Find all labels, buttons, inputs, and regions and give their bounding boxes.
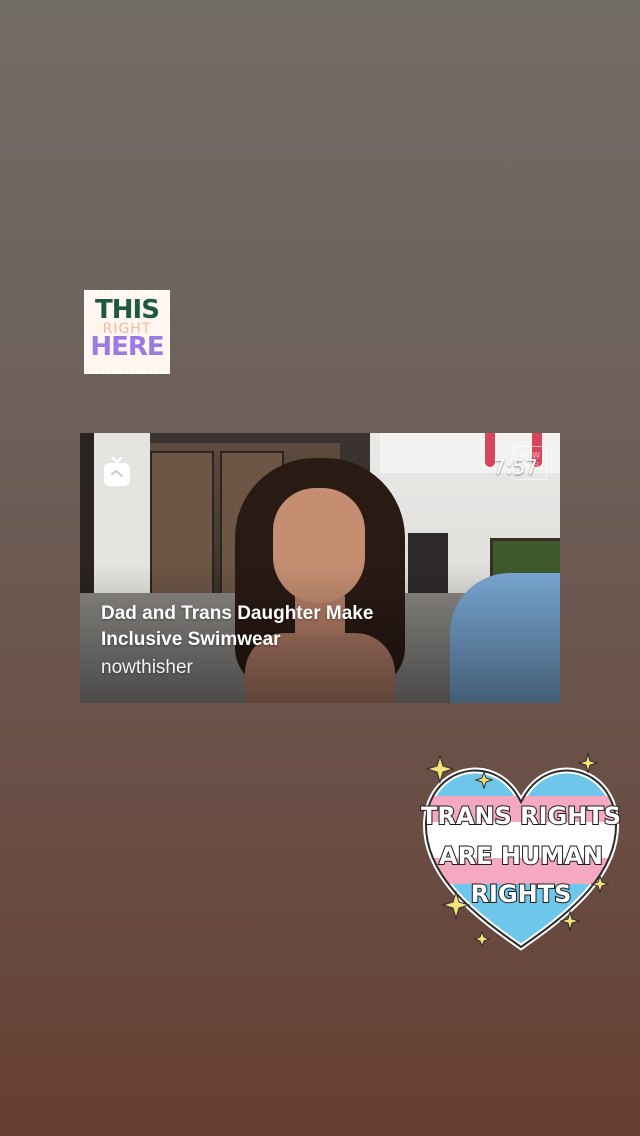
- sticker-text-this: THIS: [95, 295, 160, 325]
- heart-text-line1: TRANS RIGHTS: [421, 802, 621, 830]
- sticker-text-here: HERE: [90, 332, 164, 362]
- igtv-icon: [104, 456, 130, 486]
- igtv-video-card[interactable]: NOW THIS 7:57 Dad and Trans Daughter Mak…: [80, 433, 560, 703]
- video-duration: 7:57: [493, 455, 538, 479]
- heart-text-line3: RIGHTS: [471, 880, 572, 908]
- heart-text-line2: ARE HUMAN: [439, 842, 603, 870]
- channel-name[interactable]: nowthisher: [101, 657, 193, 679]
- this-right-here-sticker[interactable]: THIS RIGHT HERE: [84, 290, 170, 374]
- video-title: Dad and Trans Daughter Make Inclusive Sw…: [101, 603, 374, 650]
- trans-rights-heart-sticker[interactable]: TRANS RIGHTS ARE HUMAN RIGHTS: [418, 752, 624, 952]
